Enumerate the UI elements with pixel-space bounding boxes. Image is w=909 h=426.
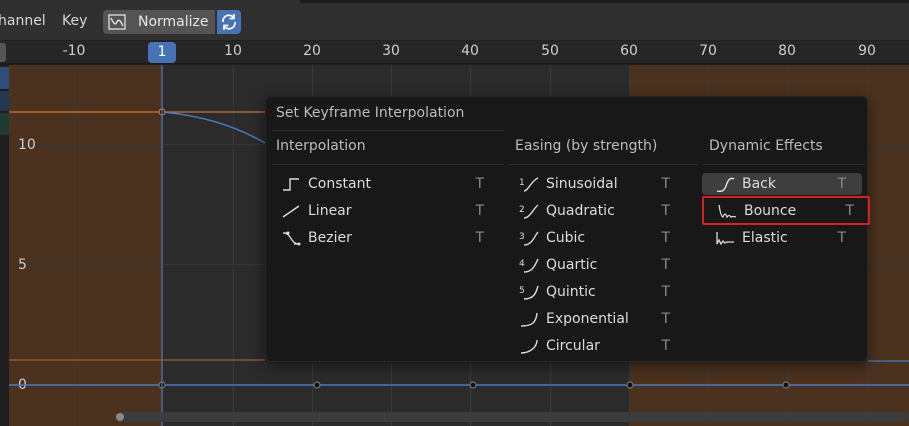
dynamic-effects-heading: Dynamic Effects (709, 138, 823, 154)
menu-item-circular[interactable]: Circular T (506, 335, 686, 357)
column-divider (508, 164, 698, 165)
ipo-quart-icon: 4 (518, 257, 540, 273)
menu-item-linear[interactable]: Linear T (268, 200, 500, 222)
menu-item-quadratic[interactable]: 2 Quadratic T (506, 200, 686, 222)
ipo-circ-icon (518, 338, 540, 354)
svg-text:1: 1 (519, 178, 525, 188)
ruler-tick: 20 (303, 43, 321, 59)
svg-text:3: 3 (519, 232, 525, 242)
easing-heading: Easing (by strength) (515, 138, 658, 154)
menu-channel[interactable]: hannel (0, 13, 46, 29)
ruler-tick: 90 (858, 43, 876, 59)
ipo-expo-icon (518, 311, 540, 327)
auto-normalize-refresh-icon[interactable] (217, 10, 241, 34)
menu-item-elastic[interactable]: Elastic T (702, 227, 862, 249)
popup-title: Set Keyframe Interpolation (276, 105, 465, 121)
ruler-scroll-handle[interactable] (0, 43, 6, 62)
ipo-quint-icon: 5 (518, 284, 540, 300)
graph-editor-header: hannel Key Normalize (0, 0, 909, 41)
menu-item-bezier[interactable]: Bezier T (268, 227, 500, 249)
ipo-linear-icon (280, 203, 302, 219)
horizontal-scrollbar[interactable] (116, 412, 909, 422)
column-divider (703, 164, 865, 165)
title-divider (272, 130, 504, 131)
menu-item-cubic[interactable]: 3 Cubic T (506, 227, 686, 249)
normalize-curve-icon[interactable] (103, 10, 131, 34)
menu-item-bounce[interactable]: Bounce T (702, 196, 870, 225)
ruler-tick: 70 (699, 43, 717, 59)
ruler-tick: 50 (541, 43, 559, 59)
svg-text:2: 2 (519, 205, 525, 215)
ipo-constant-icon (280, 176, 302, 192)
menu-key[interactable]: Key (62, 13, 87, 29)
ruler-tick: 30 (382, 43, 400, 59)
ipo-sine-icon: 1 (518, 176, 540, 192)
interpolation-popup-menu: Set Keyframe Interpolation Interpolation… (265, 96, 870, 362)
ruler-tick: -10 (62, 43, 86, 59)
menu-item-quintic[interactable]: 5 Quintic T (506, 281, 686, 303)
header-top-divider (300, 0, 909, 3)
ruler-tick: 60 (620, 43, 638, 59)
ruler-tick: 10 (224, 43, 242, 59)
menu-item-exponential[interactable]: Exponential T (506, 308, 686, 330)
ipo-quad-icon: 2 (518, 203, 540, 219)
menu-item-sinusoidal[interactable]: 1 Sinusoidal T (506, 173, 686, 195)
column-divider (272, 164, 504, 165)
svg-text:5: 5 (519, 286, 525, 296)
menu-item-back[interactable]: Back T (702, 173, 862, 195)
ipo-bezier-icon (280, 230, 302, 246)
blue-fcurve (161, 111, 266, 144)
frame-ruler[interactable]: -10 10 20 30 40 50 60 70 80 90 1 (0, 41, 909, 64)
menu-item-quartic[interactable]: 4 Quartic T (506, 254, 686, 276)
ipo-cubic-icon: 3 (518, 230, 540, 246)
interpolation-heading: Interpolation (276, 138, 366, 154)
ipo-back-icon (714, 176, 736, 192)
svg-text:4: 4 (519, 259, 525, 269)
ipo-bounce-icon (716, 203, 738, 219)
menu-item-constant[interactable]: Constant T (268, 173, 500, 195)
ipo-elastic-icon (714, 230, 736, 246)
ruler-tick: 80 (778, 43, 796, 59)
ruler-tick: 40 (461, 43, 479, 59)
current-frame-indicator[interactable]: 1 (148, 42, 176, 63)
scrollbar-handle[interactable] (116, 413, 124, 421)
normalize-button[interactable]: Normalize (131, 10, 215, 34)
